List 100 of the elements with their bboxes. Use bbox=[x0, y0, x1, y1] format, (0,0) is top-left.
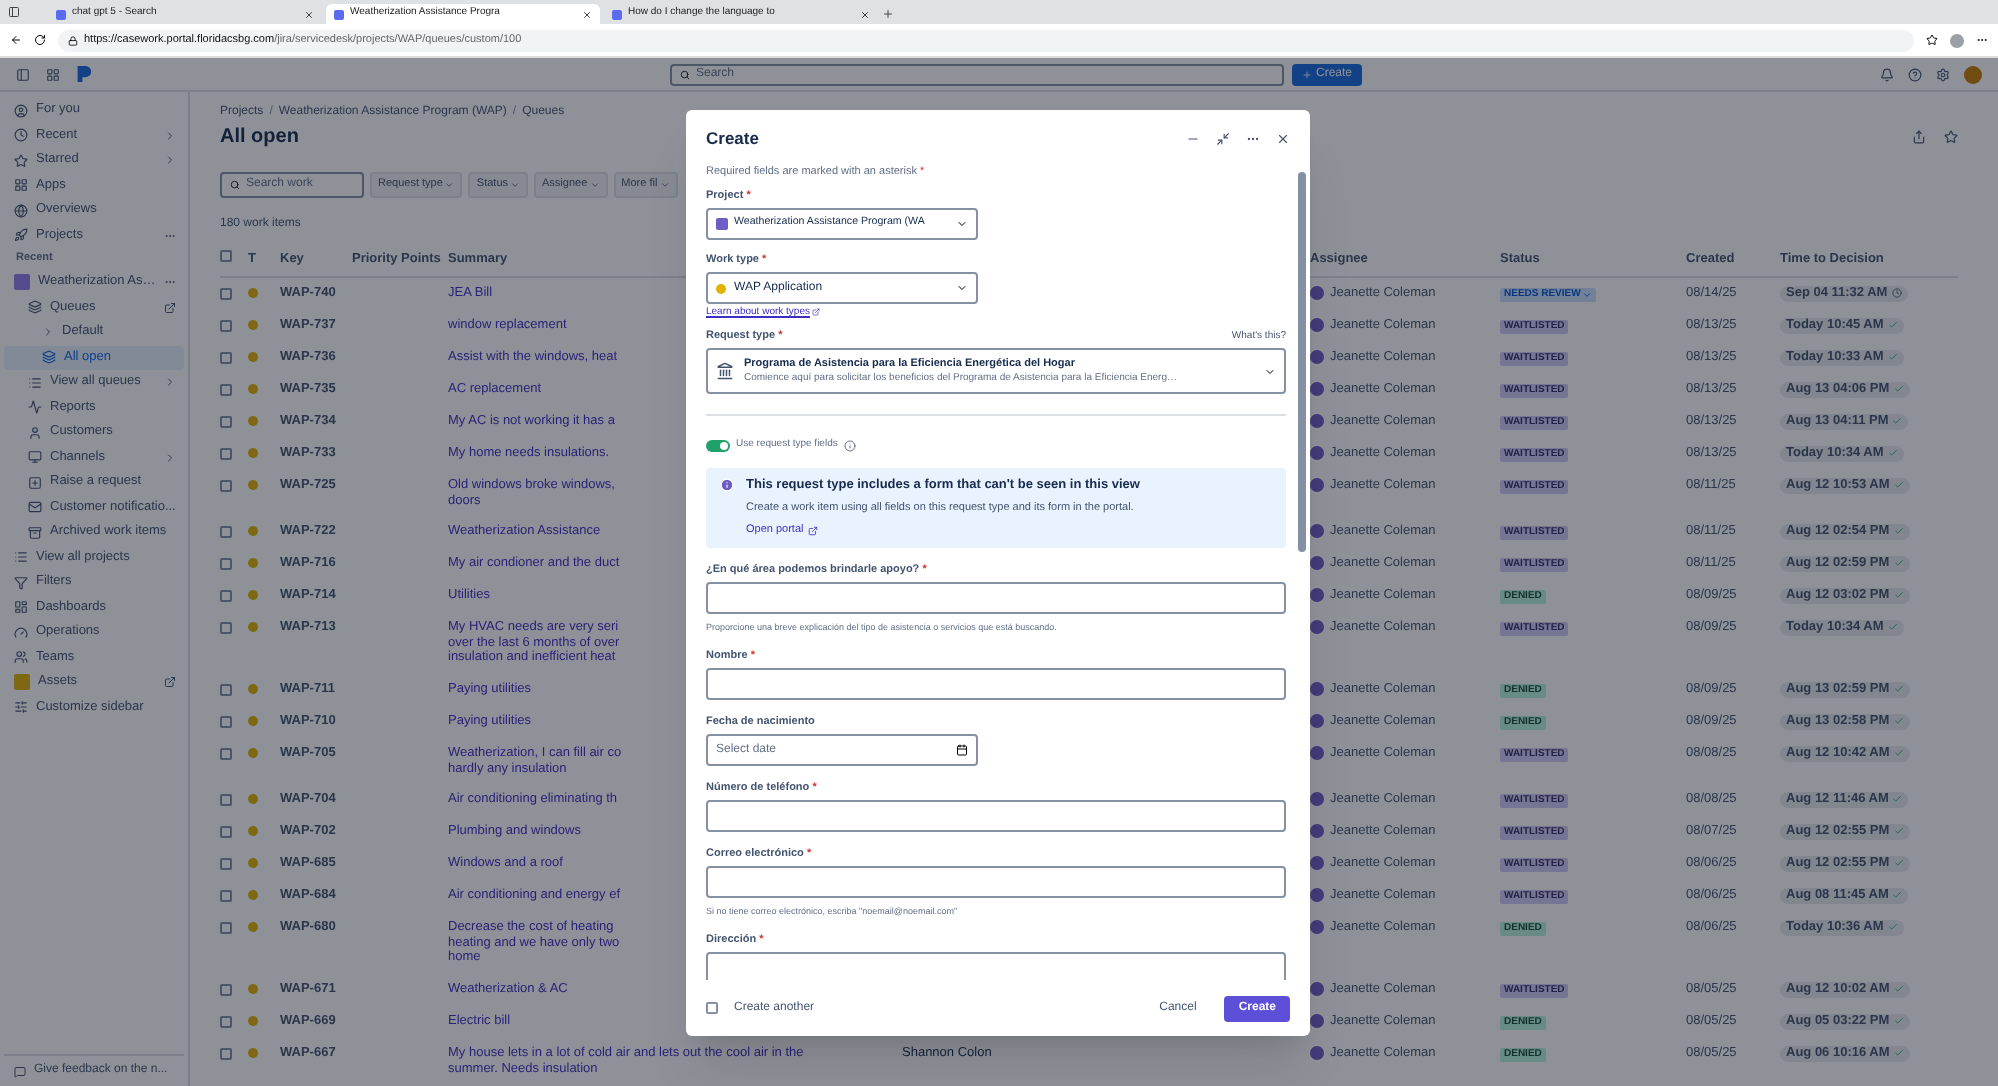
work-type-icon bbox=[248, 352, 258, 362]
check-icon bbox=[1893, 748, 1904, 759]
work-type-icon bbox=[248, 622, 258, 633]
checkbox[interactable] bbox=[220, 526, 232, 539]
work-type-icon bbox=[248, 715, 258, 726]
checkbox[interactable] bbox=[220, 352, 232, 364]
settings-icon[interactable] bbox=[1936, 67, 1950, 81]
check-icon bbox=[1887, 622, 1898, 633]
check-icon bbox=[1893, 384, 1904, 395]
site-icon bbox=[56, 9, 66, 19]
avatar bbox=[1310, 714, 1324, 729]
toggle-switch[interactable] bbox=[706, 439, 730, 452]
avatar bbox=[1310, 746, 1324, 761]
checkbox[interactable] bbox=[220, 922, 232, 935]
work-type-icon bbox=[248, 922, 258, 933]
back-icon[interactable] bbox=[10, 34, 22, 46]
star-icon[interactable] bbox=[1944, 130, 1958, 144]
nav-icon bbox=[14, 153, 28, 168]
input-field[interactable] bbox=[706, 668, 1286, 701]
checkbox[interactable] bbox=[220, 794, 232, 807]
avatar bbox=[1310, 792, 1324, 807]
caret-icon bbox=[956, 282, 968, 295]
building-icon bbox=[716, 362, 734, 381]
avatar bbox=[1310, 920, 1324, 935]
checkbox[interactable] bbox=[220, 384, 232, 396]
caret-icon bbox=[956, 218, 968, 231]
checkbox[interactable] bbox=[706, 1002, 718, 1014]
work-type-icon bbox=[248, 320, 258, 330]
checkbox[interactable] bbox=[220, 622, 232, 635]
work-type-icon bbox=[716, 283, 726, 294]
check-icon bbox=[1893, 1016, 1904, 1027]
notifications-icon[interactable] bbox=[1880, 67, 1894, 81]
avatar bbox=[1310, 350, 1324, 365]
nav-icon bbox=[42, 350, 56, 365]
user-avatar[interactable] bbox=[1964, 65, 1982, 83]
work-type-icon bbox=[248, 416, 258, 426]
checkbox[interactable] bbox=[220, 747, 232, 760]
calendar-icon bbox=[956, 744, 968, 757]
external-link-icon bbox=[807, 525, 818, 536]
profile-avatar bbox=[1950, 33, 1964, 47]
check-icon bbox=[1893, 1048, 1904, 1059]
new-tab-icon[interactable] bbox=[882, 8, 894, 20]
nav-icon bbox=[28, 450, 42, 465]
checkbox[interactable] bbox=[220, 826, 232, 839]
work-type-icon bbox=[248, 384, 258, 394]
input-field[interactable] bbox=[706, 952, 1286, 980]
close-icon[interactable] bbox=[1276, 132, 1290, 146]
nav-icon bbox=[14, 228, 28, 243]
checkbox[interactable] bbox=[220, 715, 232, 728]
checkbox[interactable] bbox=[220, 558, 232, 571]
checkbox[interactable] bbox=[220, 983, 232, 996]
checkbox[interactable] bbox=[220, 320, 232, 332]
checkbox[interactable] bbox=[220, 416, 232, 428]
checkbox[interactable] bbox=[220, 288, 232, 300]
checkbox[interactable] bbox=[220, 590, 232, 603]
caret-icon bbox=[444, 180, 455, 190]
app-switcher-icon[interactable] bbox=[46, 67, 60, 81]
checkbox[interactable] bbox=[220, 1047, 232, 1060]
check-icon bbox=[1892, 794, 1903, 805]
avatar bbox=[1310, 682, 1324, 697]
sidebar-toggle-icon[interactable] bbox=[16, 67, 30, 81]
caret-icon bbox=[510, 180, 521, 190]
tab-actions-icon[interactable] bbox=[8, 6, 20, 18]
check-icon bbox=[1893, 590, 1904, 601]
avatar bbox=[1310, 382, 1324, 397]
checkbox[interactable] bbox=[220, 683, 232, 696]
work-type-icon bbox=[248, 858, 258, 869]
help-icon[interactable] bbox=[1908, 67, 1922, 81]
info-icon bbox=[720, 478, 734, 493]
checkbox[interactable] bbox=[220, 250, 232, 262]
input-field[interactable] bbox=[706, 800, 1286, 833]
checkbox[interactable] bbox=[220, 858, 232, 871]
nav-icon bbox=[14, 575, 28, 590]
dialog-title: Create bbox=[706, 126, 761, 152]
minimize-icon[interactable] bbox=[1186, 132, 1200, 146]
more-icon[interactable] bbox=[1246, 132, 1260, 146]
nav-icon bbox=[14, 203, 28, 218]
checkbox[interactable] bbox=[220, 1015, 232, 1028]
check-icon bbox=[1893, 526, 1904, 537]
avatar bbox=[1310, 524, 1324, 539]
collapse-icon[interactable] bbox=[1216, 132, 1230, 146]
check-icon bbox=[1893, 716, 1904, 727]
favorite-icon[interactable] bbox=[1926, 34, 1938, 46]
reload-icon[interactable] bbox=[34, 34, 46, 46]
check-icon bbox=[1887, 448, 1898, 459]
avatar bbox=[1310, 318, 1324, 333]
caret-icon bbox=[589, 180, 600, 190]
work-type-icon bbox=[248, 890, 258, 901]
work-type-icon bbox=[248, 558, 258, 569]
checkbox[interactable] bbox=[220, 890, 232, 903]
avatar bbox=[1310, 824, 1324, 839]
feedback-icon bbox=[14, 1065, 26, 1077]
input-field[interactable] bbox=[706, 582, 1286, 615]
checkbox[interactable] bbox=[220, 448, 232, 460]
checkbox[interactable] bbox=[220, 480, 232, 492]
nav-icon bbox=[28, 425, 42, 440]
input-field[interactable] bbox=[706, 866, 1286, 899]
share-icon[interactable] bbox=[1912, 130, 1926, 144]
check-icon bbox=[1893, 684, 1904, 695]
plus-icon bbox=[1301, 69, 1312, 79]
